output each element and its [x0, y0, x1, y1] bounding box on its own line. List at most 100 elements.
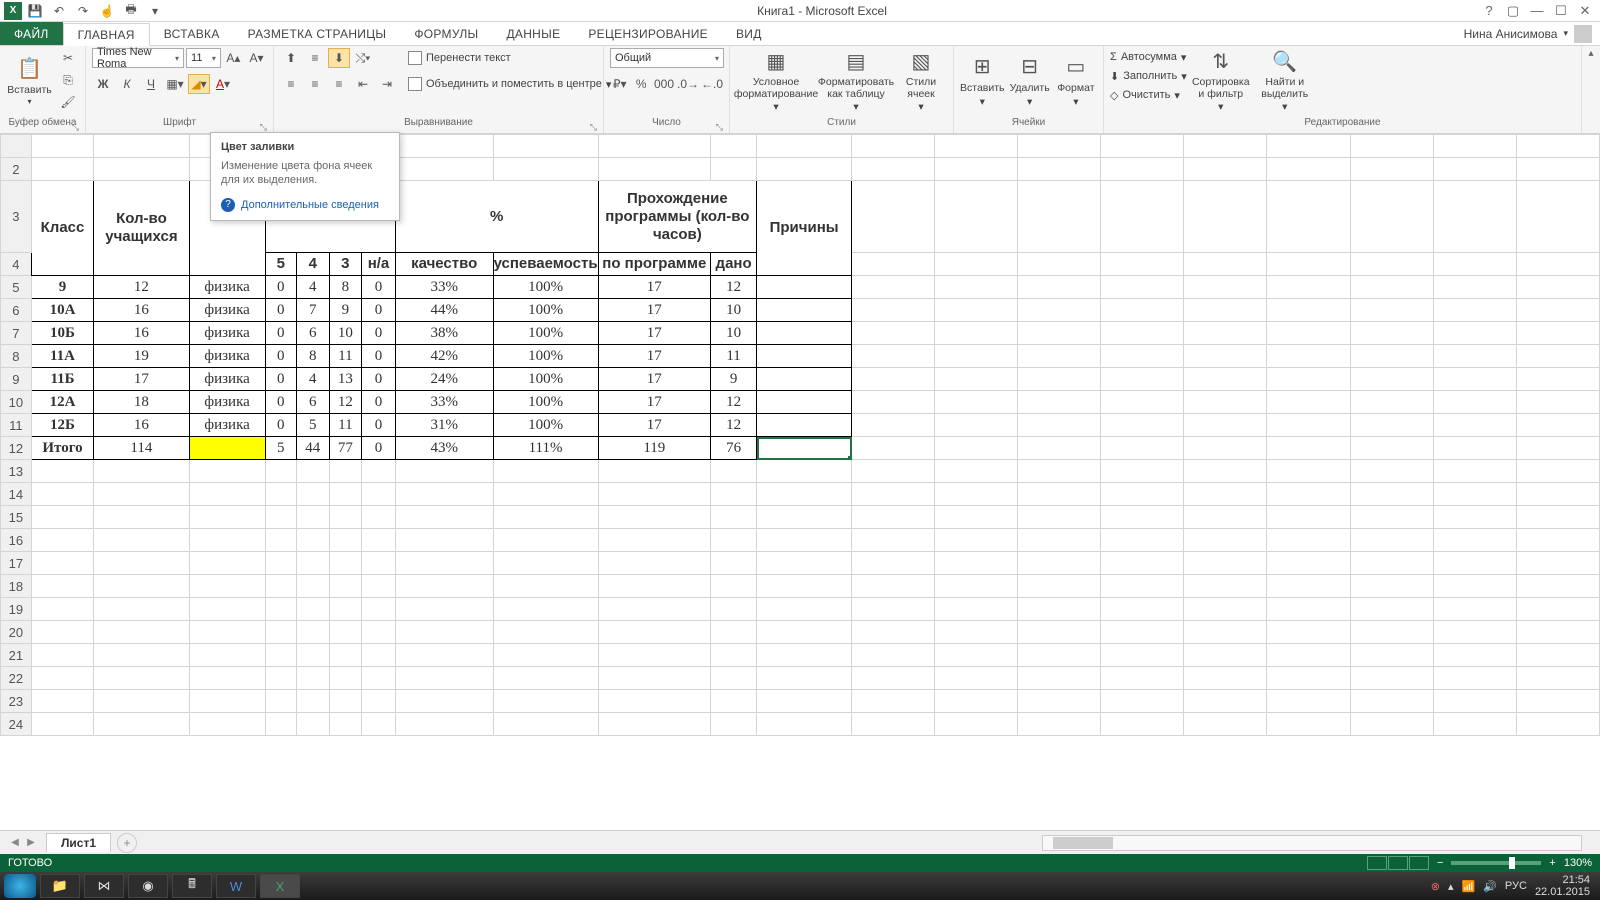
number-format-combo[interactable]: Общий▾	[610, 48, 724, 68]
conditional-formatting-button[interactable]: ▦Условное форматирование▾	[736, 48, 816, 114]
align-right-icon[interactable]: ≡	[328, 74, 350, 94]
worksheet[interactable]: 23КлассКол-во учащихся%Прохождение прогр…	[0, 134, 1600, 830]
sheet-nav-prev-icon[interactable]: ◀	[8, 837, 22, 848]
inc-decimal-icon[interactable]: .0→	[677, 74, 699, 94]
view-page-break-icon[interactable]	[1409, 856, 1429, 870]
selected-cell[interactable]	[757, 437, 852, 460]
cell-styles-button[interactable]: ▧Стили ячеек▾	[896, 48, 946, 114]
horizontal-scrollbar[interactable]	[1042, 835, 1582, 851]
thousands-icon[interactable]: 000	[653, 74, 675, 94]
align-left-icon[interactable]: ≡	[280, 74, 302, 94]
wrap-text-button[interactable]: Перенести текст	[408, 48, 611, 68]
print-icon[interactable]: 🖶	[120, 2, 142, 20]
format-cells-button[interactable]: ▭Формат▾	[1055, 48, 1097, 114]
touch-icon[interactable]: ☝	[96, 2, 118, 20]
binoculars-icon: 🔍	[1271, 48, 1299, 75]
align-top-icon[interactable]: ⬆	[280, 48, 302, 68]
save-icon[interactable]: 💾	[24, 2, 46, 20]
tooltip-more-link[interactable]: ?Дополнительные сведения	[221, 198, 389, 212]
orientation-icon[interactable]: ⤭▾	[352, 48, 374, 68]
tab-data[interactable]: ДАННЫЕ	[492, 22, 574, 45]
tray-clock[interactable]: 21:54 22.01.2015	[1535, 874, 1590, 898]
font-name-combo[interactable]: Times New Roma▾	[92, 48, 184, 68]
clipboard-launcher-icon[interactable]: ⤡	[72, 122, 79, 133]
indent-dec-icon[interactable]: ⇤	[352, 74, 374, 94]
fill-color-button[interactable]: ◢▾	[188, 74, 210, 94]
font-color-button[interactable]: A▾	[212, 74, 234, 94]
tray-language[interactable]: РУС	[1505, 880, 1527, 892]
status-bar: ГОТОВО − + 130%	[0, 854, 1600, 872]
align-bottom-icon[interactable]: ⬇	[328, 48, 350, 68]
taskbar-calc[interactable]: 🖩	[172, 874, 212, 898]
tray-up-icon[interactable]: ▴	[1448, 880, 1454, 893]
user-avatar-icon[interactable]	[1574, 25, 1592, 43]
clear-button[interactable]: ◇Очистить ▾	[1110, 86, 1187, 104]
user-name[interactable]: Нина Анисимова	[1464, 27, 1558, 41]
dec-decimal-icon[interactable]: ←.0	[701, 74, 723, 94]
currency-icon[interactable]: ₽▾	[610, 74, 630, 94]
align-center-icon[interactable]: ≡	[304, 74, 326, 94]
tray-sound-icon[interactable]: 🔊	[1483, 880, 1497, 893]
autosum-button[interactable]: ΣАвтосумма ▾	[1110, 48, 1187, 66]
view-normal-icon[interactable]	[1367, 856, 1387, 870]
format-as-table-button[interactable]: ▤Форматировать как таблицу▾	[820, 48, 892, 114]
taskbar-vs[interactable]: ⋈	[84, 874, 124, 898]
redo-icon[interactable]: ↷	[72, 2, 94, 20]
view-page-layout-icon[interactable]	[1388, 856, 1408, 870]
maximize-icon[interactable]: ☐	[1550, 2, 1572, 20]
insert-cells-button[interactable]: ⊞Вставить▾	[960, 48, 1005, 114]
tab-page-layout[interactable]: РАЗМЕТКА СТРАНИЦЫ	[234, 22, 401, 45]
zoom-in-icon[interactable]: +	[1549, 857, 1555, 869]
tab-home[interactable]: ГЛАВНАЯ	[63, 23, 150, 46]
taskbar-explorer[interactable]: 📁	[40, 874, 80, 898]
alignment-launcher-icon[interactable]: ⤡	[590, 122, 597, 133]
close-icon[interactable]: ✕	[1574, 2, 1596, 20]
borders-icon[interactable]: ▦▾	[164, 74, 186, 94]
bold-button[interactable]: Ж	[92, 74, 114, 94]
help-icon[interactable]: ?	[1478, 2, 1500, 20]
zoom-slider[interactable]	[1451, 861, 1541, 865]
taskbar-chrome[interactable]: ◉	[128, 874, 168, 898]
merge-center-button[interactable]: Объединить и поместить в центре ▾	[408, 74, 611, 94]
window-title: Книга1 - Microsoft Excel	[166, 4, 1478, 18]
ribbon-options-icon[interactable]: ▢	[1502, 2, 1524, 20]
number-launcher-icon[interactable]: ⤡	[716, 122, 723, 133]
shrink-font-icon[interactable]: A▾	[246, 48, 267, 68]
percent-icon[interactable]: %	[632, 74, 652, 94]
taskbar-word[interactable]: W	[216, 874, 256, 898]
minimize-icon[interactable]: —	[1526, 2, 1548, 20]
tab-insert[interactable]: ВСТАВКА	[150, 22, 234, 45]
collapse-ribbon-icon[interactable]: ▴	[1588, 48, 1593, 59]
tray-network-icon[interactable]: ⊗	[1431, 880, 1440, 893]
delete-cells-button[interactable]: ⊟Удалить▾	[1009, 48, 1051, 114]
copy-icon[interactable]: ⎘	[57, 70, 79, 90]
zoom-level[interactable]: 130%	[1564, 857, 1592, 869]
find-select-button[interactable]: 🔍Найти и выделить▾	[1255, 48, 1315, 114]
ribbon-tabs: ФАЙЛ ГЛАВНАЯ ВСТАВКА РАЗМЕТКА СТРАНИЦЫ Ф…	[0, 22, 1600, 46]
start-button[interactable]	[4, 874, 36, 898]
paste-button[interactable]: 📋 Вставить ▾	[6, 48, 53, 114]
zoom-out-icon[interactable]: −	[1437, 857, 1443, 869]
tab-review[interactable]: РЕЦЕНЗИРОВАНИЕ	[574, 22, 722, 45]
sigma-icon: Σ	[1110, 51, 1117, 63]
fill-button[interactable]: ⬇Заполнить ▾	[1110, 67, 1187, 85]
qat-more-icon[interactable]: ▾	[144, 2, 166, 20]
taskbar-excel[interactable]: X	[260, 874, 300, 898]
sort-filter-button[interactable]: ⇅Сортировка и фильтр▾	[1191, 48, 1251, 114]
sheet-nav-next-icon[interactable]: ▶	[24, 837, 38, 848]
italic-button[interactable]: К	[116, 74, 138, 94]
cut-icon[interactable]: ✂	[57, 48, 79, 68]
tray-wifi-icon[interactable]: 📶	[1462, 880, 1476, 893]
tab-file[interactable]: ФАЙЛ	[0, 22, 63, 45]
tab-formulas[interactable]: ФОРМУЛЫ	[400, 22, 492, 45]
undo-icon[interactable]: ↶	[48, 2, 70, 20]
indent-inc-icon[interactable]: ⇥	[376, 74, 398, 94]
font-size-combo[interactable]: 11▾	[186, 48, 221, 68]
grow-font-icon[interactable]: A▴	[223, 48, 244, 68]
tab-view[interactable]: ВИД	[722, 22, 776, 45]
underline-button[interactable]: Ч	[140, 74, 162, 94]
add-sheet-button[interactable]: +	[117, 833, 137, 853]
format-painter-icon[interactable]: 🖌	[57, 92, 79, 112]
sheet-tab[interactable]: Лист1	[46, 833, 111, 852]
align-middle-icon[interactable]: ≡	[304, 48, 326, 68]
